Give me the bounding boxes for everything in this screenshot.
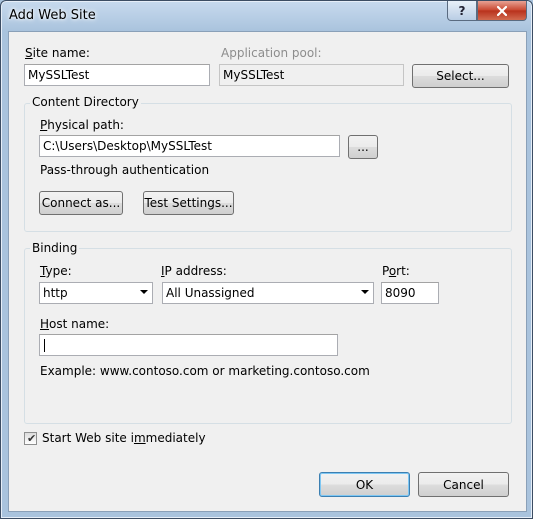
close-button[interactable] — [477, 1, 527, 21]
host-name-input[interactable] — [39, 334, 338, 356]
start-immediately-label: Start Web site immediately — [42, 431, 206, 445]
port-label: Port: — [382, 264, 410, 278]
physical-path-label: Physical path: — [40, 118, 124, 132]
binding-label: Binding — [30, 241, 80, 255]
host-name-example: Example: www.contoso.com or marketing.co… — [40, 364, 370, 378]
connect-as-button[interactable]: Connect as... — [39, 191, 123, 215]
help-icon: ? — [458, 3, 466, 18]
browse-button[interactable]: ... — [348, 135, 378, 159]
start-immediately-checkbox[interactable]: ✔ — [24, 432, 37, 445]
ip-address-label: IP address: — [161, 264, 227, 278]
ip-address-value: All Unassigned — [166, 286, 255, 300]
site-name-label: Site name: — [25, 46, 90, 60]
content-directory-label: Content Directory — [30, 95, 141, 109]
chevron-down-icon — [140, 290, 148, 294]
close-icon — [497, 5, 507, 16]
cancel-button[interactable]: Cancel — [418, 472, 509, 497]
port-input[interactable]: 8090 — [381, 282, 439, 304]
type-label: Type: — [40, 264, 72, 278]
add-web-site-dialog: Add Web Site ? Site name: MySSLTest Appl… — [0, 0, 533, 519]
text-caret — [44, 339, 45, 352]
test-settings-button[interactable]: Test Settings... — [143, 191, 234, 215]
passthrough-auth-label: Pass-through authentication — [40, 163, 210, 177]
window-title: Add Web Site — [9, 8, 96, 23]
checkmark-icon: ✔ — [27, 432, 37, 445]
dialog-body: Site name: MySSLTest Application pool: M… — [8, 31, 527, 512]
type-dropdown[interactable]: http — [39, 282, 153, 304]
physical-path-input[interactable]: C:\Users\Desktop\MySSLTest — [39, 135, 340, 157]
application-pool-field: MySSLTest — [219, 64, 404, 86]
application-pool-label: Application pool: — [221, 46, 322, 60]
ok-button[interactable]: OK — [319, 472, 410, 497]
title-bar[interactable]: Add Web Site ? — [1, 1, 532, 31]
help-button[interactable]: ? — [447, 1, 477, 21]
select-app-pool-button[interactable]: Select... — [412, 64, 509, 88]
chevron-down-icon — [361, 290, 369, 294]
ip-address-dropdown[interactable]: All Unassigned — [162, 282, 374, 304]
type-value: http — [43, 286, 68, 300]
site-name-input[interactable]: MySSLTest — [24, 64, 210, 86]
host-name-label: Host name: — [40, 317, 110, 331]
